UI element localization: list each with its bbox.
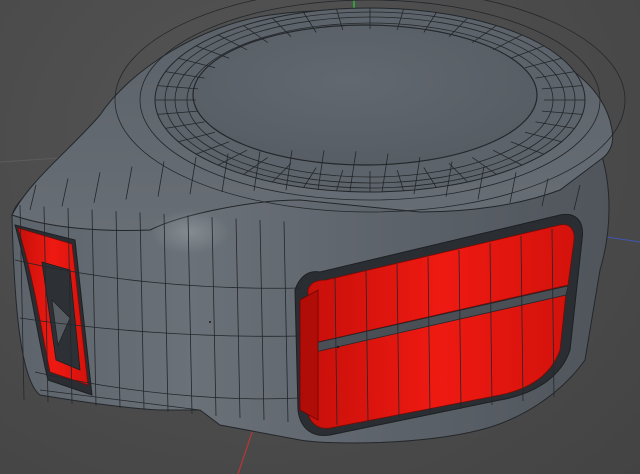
specular-highlight [150,210,230,254]
3d-viewport[interactable] [0,0,640,474]
top-lid-disc [192,24,538,166]
viewport-canvas[interactable] [0,0,640,474]
red-panel-inner-wall [299,289,319,421]
